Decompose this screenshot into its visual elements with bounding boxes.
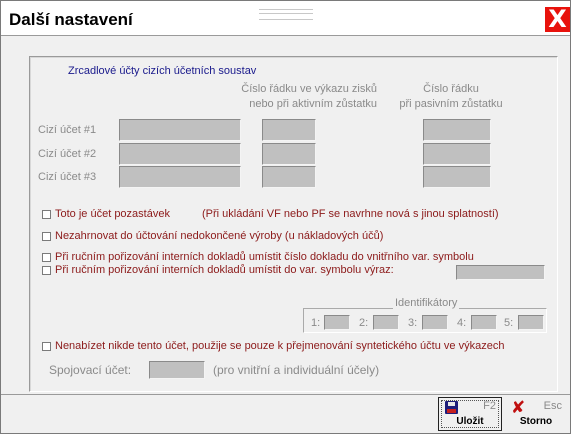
foreign-account-3-input[interactable] bbox=[119, 166, 241, 188]
internal-doc-number-checkbox[interactable] bbox=[42, 253, 51, 262]
cancel-label: Storno bbox=[519, 416, 553, 427]
save-shortcut: F2 bbox=[483, 400, 496, 412]
internal-doc-expression-label[interactable]: Při ručním pořizování interních dokladů … bbox=[55, 264, 394, 276]
foreign-account-3-line-passive[interactable] bbox=[423, 166, 491, 188]
floppy-icon bbox=[445, 401, 458, 414]
col-profit-header-line1: Číslo řádku ve výkazu zisků bbox=[241, 83, 377, 95]
exclude-wip-label[interactable]: Nezahrnovat do účtování nedokončené výro… bbox=[55, 230, 383, 242]
exclude-wip-checkbox[interactable] bbox=[42, 232, 51, 241]
col-profit-header: Číslo řádku ve výkazu zisků nebo při akt… bbox=[189, 82, 377, 112]
close-button[interactable]: X bbox=[545, 7, 570, 32]
holdings-account-note: (Při ukládání VF nebo PF se navrhne nová… bbox=[202, 208, 499, 220]
foreign-account-3-line-profit[interactable] bbox=[262, 166, 316, 188]
foreign-account-1-input[interactable] bbox=[119, 119, 241, 141]
identifier-5-label: 5: bbox=[504, 317, 514, 329]
identifier-2-label: 2: bbox=[359, 317, 369, 329]
foreign-account-2-line-profit[interactable] bbox=[262, 143, 316, 165]
identifier-3-label: 3: bbox=[408, 317, 418, 329]
foreign-account-2-line-passive[interactable] bbox=[423, 143, 491, 165]
rename-only-checkbox[interactable] bbox=[42, 342, 51, 351]
holdings-account-label[interactable]: Toto je účet pozastávek bbox=[55, 208, 170, 220]
holdings-account-checkbox[interactable] bbox=[42, 210, 51, 219]
section-title: Zrcadlové účty cizích účetních soustav bbox=[68, 65, 257, 77]
linking-account-label: Spojovací účet: bbox=[49, 363, 132, 377]
col-profit-header-line2: nebo při aktivním zůstatku bbox=[249, 98, 377, 110]
internal-doc-number-label[interactable]: Při ručním pořizování interních dokladů … bbox=[55, 251, 474, 263]
identifier-1-input[interactable] bbox=[324, 315, 350, 330]
internal-doc-expression-checkbox[interactable] bbox=[42, 266, 51, 275]
identifier-4-label: 4: bbox=[457, 317, 467, 329]
foreign-account-1-line-profit[interactable] bbox=[262, 119, 316, 141]
dialog-window: Další nastavení X Zrcadlové účty cizích … bbox=[0, 0, 571, 434]
cross-icon: ✘ bbox=[511, 398, 526, 418]
col-passive-header: Číslo řádku při pasivním zůstatku bbox=[383, 82, 519, 112]
linking-account-note: (pro vnitřní a individuální účely) bbox=[213, 363, 380, 377]
identifier-1-label: 1: bbox=[311, 317, 321, 329]
linking-account-input[interactable] bbox=[149, 361, 205, 379]
dialog-title: Další nastavení bbox=[9, 10, 133, 29]
cancel-button[interactable]: ✘ Esc Storno bbox=[504, 397, 568, 431]
foreign-account-2-label: Cizí účet #2 bbox=[38, 148, 97, 160]
foreign-account-1-label: Cizí účet #1 bbox=[38, 124, 97, 136]
foreign-account-3-label: Cizí účet #3 bbox=[38, 171, 97, 183]
col-passive-header-line2: při pasivním zůstatku bbox=[399, 98, 503, 110]
identifier-3-input[interactable] bbox=[422, 315, 448, 330]
identifiers-title: Identifikátory bbox=[393, 297, 460, 309]
col-passive-header-line1: Číslo řádku bbox=[423, 83, 479, 95]
footer-divider bbox=[1, 394, 570, 395]
rename-only-label[interactable]: Nenabízet nikde tento účet, použije se p… bbox=[55, 340, 504, 352]
save-button[interactable]: F2 Uložit bbox=[438, 397, 502, 431]
close-icon: X bbox=[548, 5, 567, 33]
title-bar[interactable]: Další nastavení X bbox=[1, 1, 570, 36]
drag-grip[interactable] bbox=[259, 9, 313, 20]
foreign-account-2-input[interactable] bbox=[119, 143, 241, 165]
cancel-shortcut: Esc bbox=[543, 400, 562, 412]
identifier-4-input[interactable] bbox=[471, 315, 497, 330]
var-symbol-expression-input[interactable] bbox=[456, 265, 545, 280]
foreign-account-1-line-passive[interactable] bbox=[423, 119, 491, 141]
save-label: Uložit bbox=[456, 416, 484, 427]
identifier-5-input[interactable] bbox=[518, 315, 544, 330]
identifier-2-input[interactable] bbox=[373, 315, 399, 330]
